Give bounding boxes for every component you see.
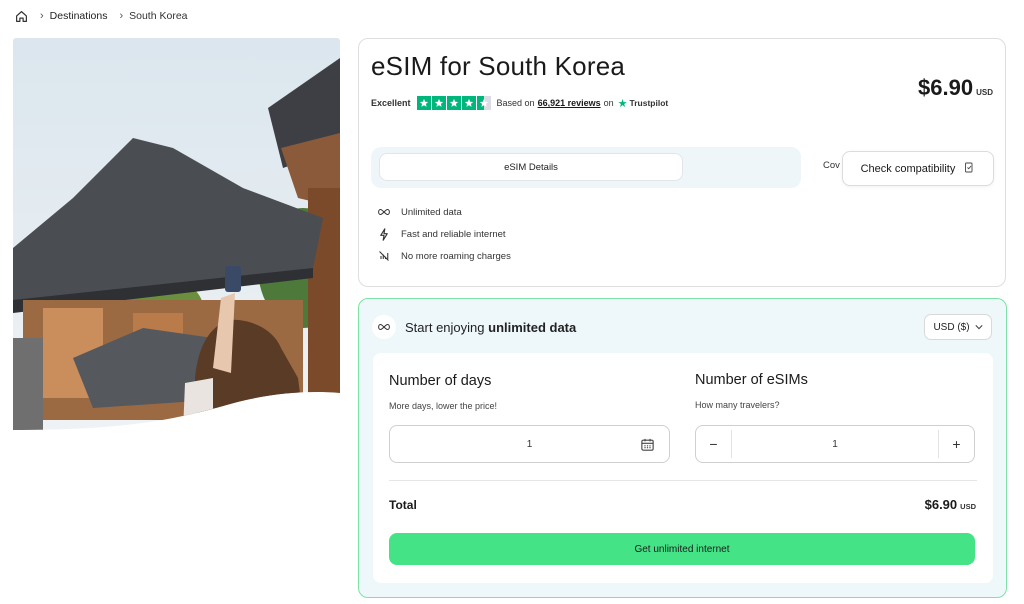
infinity-icon (377, 205, 391, 219)
feature-fast-internet: Fast and reliable internet (377, 223, 511, 245)
star-icon (431, 96, 446, 110)
total-amount: $6.90 (924, 497, 958, 512)
half-star-icon (476, 96, 491, 110)
currency-select[interactable]: USD ($) (924, 314, 992, 340)
trustpilot-rating: Excellent Based on 66,921 reviews on ★ T… (371, 96, 668, 110)
rating-label: Excellent (371, 98, 411, 108)
breadcrumb-current: South Korea (129, 10, 188, 22)
esims-stepper: − 1 + (695, 425, 975, 463)
feature-label: Fast and reliable internet (401, 228, 506, 240)
esims-value[interactable]: 1 (732, 426, 938, 462)
feature-label: Unlimited data (401, 206, 462, 218)
total-label: Total (389, 498, 417, 512)
home-icon[interactable] (14, 9, 28, 23)
days-title: Number of days (389, 373, 492, 389)
get-unlimited-internet-button[interactable]: Get unlimited internet (389, 533, 975, 565)
hero-image (13, 38, 340, 432)
breadcrumb-destinations[interactable]: Destinations (50, 10, 108, 22)
decrement-button[interactable]: − (696, 430, 732, 458)
calendar-icon[interactable] (640, 437, 655, 452)
page-title: eSIM for South Korea (371, 51, 626, 81)
tab-coverage[interactable]: Cov (823, 160, 840, 171)
trustpilot-logo: ★ Trustpilot (618, 97, 669, 110)
phone-check-icon (963, 161, 975, 177)
tab-esim-details[interactable]: eSIM Details (379, 153, 683, 181)
check-compatibility-label: Check compatibility (860, 162, 956, 175)
reviews-link[interactable]: 66,921 reviews (538, 98, 601, 108)
heading-prefix: Start enjoying (405, 320, 485, 335)
trustpilot-label: Trustpilot (629, 98, 669, 108)
divider (389, 480, 977, 481)
breadcrumb: › Destinations › South Korea (14, 8, 200, 24)
star-icon (446, 96, 461, 110)
feature-list: Unlimited data Fast and reliable interne… (377, 201, 511, 267)
esims-subtitle: How many travelers? (695, 400, 780, 410)
no-roaming-icon (377, 249, 391, 263)
trustpilot-star-icon: ★ (617, 97, 628, 110)
heading-bold: unlimited data (488, 320, 577, 335)
rating-based-on: Based on (496, 98, 535, 108)
price-currency: USD (976, 88, 993, 97)
infinity-icon (372, 315, 396, 339)
details-tabs: eSIM Details (371, 147, 801, 188)
purchase-heading: Start enjoying unlimited data (405, 320, 576, 335)
chevron-down-icon (974, 322, 983, 333)
days-value: 1 (526, 438, 533, 450)
product-card: eSIM for South Korea $6.90 USD Excellent… (358, 38, 1006, 287)
order-form: Number of days More days, lower the pric… (373, 353, 993, 583)
rating-stars (416, 96, 491, 110)
feature-label: No more roaming charges (401, 250, 511, 262)
product-price: $6.90 USD (918, 75, 993, 101)
days-input[interactable]: 1 (389, 425, 670, 463)
total-price: $6.90 USD (925, 497, 976, 512)
days-subtitle: More days, lower the price! (389, 401, 498, 411)
purchase-card: Start enjoying unlimited data USD ($) Nu… (358, 298, 1007, 598)
star-icon (461, 96, 476, 110)
currency-value: USD ($) (933, 321, 970, 333)
price-amount: $6.90 (918, 75, 974, 100)
check-compatibility-button[interactable]: Check compatibility (842, 151, 994, 186)
star-icon (416, 96, 431, 110)
feature-no-roaming: No more roaming charges (377, 245, 511, 267)
feature-unlimited-data: Unlimited data (377, 201, 511, 223)
increment-button[interactable]: + (938, 430, 974, 458)
total-currency: USD (960, 502, 976, 511)
chevron-right-icon: › (40, 10, 44, 22)
esims-title: Number of eSIMs (695, 372, 808, 388)
lightning-icon (377, 227, 391, 241)
rating-on: on (603, 98, 614, 108)
chevron-right-icon: › (119, 10, 124, 22)
